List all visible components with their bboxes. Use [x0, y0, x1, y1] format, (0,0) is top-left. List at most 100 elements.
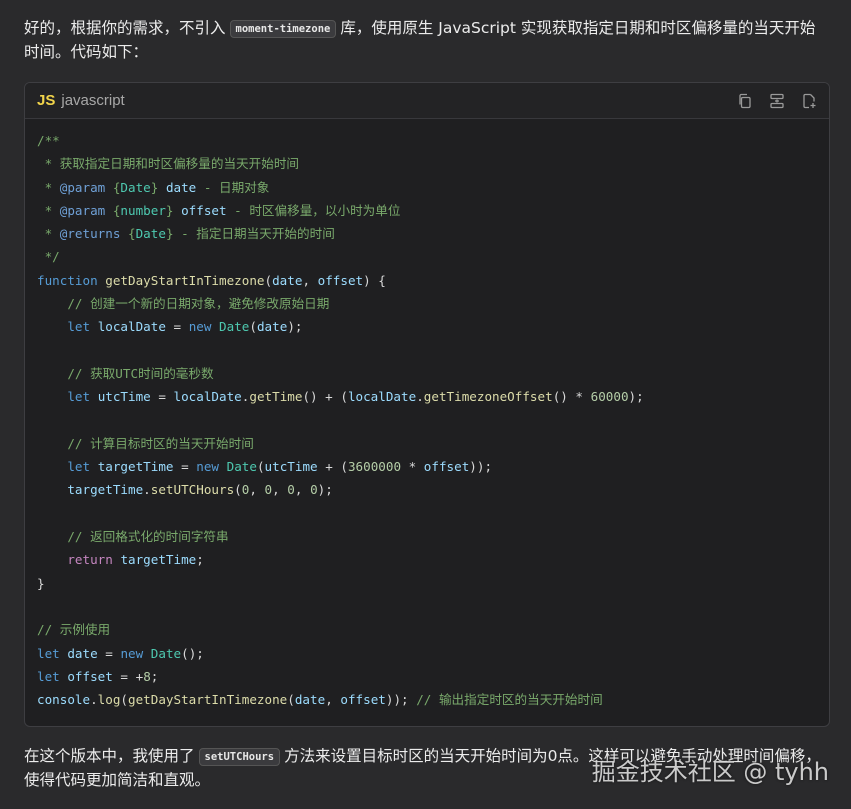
code-token: new: [120, 645, 144, 661]
javascript-icon: JS: [37, 92, 56, 109]
code-token: // 计算目标时区的当天开始时间: [67, 435, 254, 451]
code-token: (: [120, 692, 129, 708]
code-token: {: [120, 226, 136, 242]
code-token: 60000: [590, 389, 629, 405]
code-token: targetTime: [67, 482, 144, 498]
code-token: =: [165, 319, 189, 335]
code-line: let localDate = new Date(date);: [37, 315, 817, 338]
code-token: localDate: [97, 319, 166, 335]
code-token: offset: [423, 459, 470, 475]
code-token: }: [165, 202, 182, 218]
code-token: return: [67, 552, 113, 568]
code-token: date: [67, 645, 98, 661]
code-token: Date: [135, 226, 166, 242]
code-line: console.log(getDayStartInTimezone(date, …: [37, 688, 817, 711]
code-token: () + (: [302, 389, 348, 405]
code-token: + (: [317, 459, 348, 475]
code-token: ,: [302, 272, 318, 288]
code-line: return targetTime;: [37, 548, 817, 571]
code-line: * @returns {Date} - 指定日期当天开始的时间: [37, 222, 817, 245]
code-token: Date: [219, 319, 250, 335]
code-token: );: [317, 482, 333, 498]
code-token: /**: [37, 133, 60, 148]
code-line: targetTime.setUTCHours(0, 0, 0, 0);: [37, 478, 817, 501]
code-line: /**: [37, 129, 817, 152]
code-block-header: JS javascript: [25, 83, 829, 119]
code-token: = +: [112, 668, 144, 684]
code-token: localDate: [347, 389, 417, 405]
code-token: ;: [196, 552, 204, 568]
code-token: } - 指定日期当天开始的时间: [165, 226, 335, 242]
intro-text-before: 好的，根据你的需求，不引入: [24, 19, 226, 37]
code-line: function getDayStartInTimezone(date, off…: [37, 269, 817, 292]
code-token: =: [150, 389, 174, 405]
code-token: (: [264, 272, 273, 288]
code-token: .: [143, 482, 151, 498]
code-token: // 返回格式化的时间字符串: [67, 529, 229, 545]
inline-code-setutchours: setUTCHours: [198, 748, 281, 766]
code-token: // 示例使用: [37, 622, 111, 638]
code-token: getDayStartInTimezone: [128, 692, 288, 708]
code-line: ​: [37, 409, 817, 432]
code-token: (: [234, 482, 242, 498]
code-token: @param: [59, 179, 106, 195]
code-token: }: [37, 575, 45, 591]
code-token: let: [37, 668, 60, 684]
code-language-label: javascript: [61, 92, 125, 109]
code-line: */: [37, 245, 817, 268]
code-token: - 日期对象: [196, 179, 270, 195]
code-token: // 创建一个新的日期对象，避免修改原始日期: [67, 296, 330, 312]
code-token: }: [150, 179, 166, 195]
watermark: 掘金技术社区 @ tyhh: [591, 758, 829, 786]
code-token: @param: [59, 202, 106, 218]
code-block-actions: [737, 93, 817, 109]
code-token: date: [294, 692, 326, 708]
code-line: ​: [37, 595, 817, 618]
code-token: let: [67, 319, 91, 335]
code-token: ));: [469, 459, 493, 475]
code-token: ) {: [363, 272, 386, 288]
code-token: getTime: [249, 389, 303, 405]
code-line: * 获取指定日期和时区偏移量的当天开始时间: [37, 152, 817, 175]
code-token: let: [37, 645, 60, 661]
code-token: function: [37, 272, 98, 288]
code-token: new: [188, 319, 212, 335]
code-token: // 输出指定时区的当天开始时间: [416, 692, 603, 708]
code-token: ));: [385, 692, 409, 708]
code-token: (: [256, 459, 265, 475]
wrap-icon[interactable]: [769, 93, 785, 109]
code-token: ,: [325, 692, 341, 708]
code-token: ,: [294, 482, 311, 498]
code-token: offset: [67, 668, 113, 684]
insert-file-icon[interactable]: [801, 93, 817, 109]
code-line: // 返回格式化的时间字符串: [37, 525, 817, 548]
code-token: =: [173, 459, 197, 475]
code-content: /** * 获取指定日期和时区偏移量的当天开始时间 * @param {Date…: [25, 119, 829, 711]
copy-icon[interactable]: [737, 93, 753, 109]
code-token: log: [97, 692, 121, 708]
code-line: let offset = +8;: [37, 665, 817, 688]
code-token: .: [90, 692, 98, 708]
code-token: *: [37, 226, 60, 242]
code-token: {: [105, 179, 121, 195]
code-token: 0: [287, 482, 295, 498]
code-token: let: [67, 459, 91, 475]
code-token: ,: [249, 482, 265, 498]
code-token: ();: [181, 645, 204, 661]
code-token: getTimezoneOffset: [423, 389, 553, 405]
code-token: ,: [272, 482, 288, 498]
code-token: Date: [226, 459, 257, 475]
code-token: *: [37, 179, 60, 195]
intro-paragraph: 好的，根据你的需求，不引入 moment-timezone 库，使用原生 JavaS…: [24, 16, 830, 64]
code-line: // 创建一个新的日期对象，避免修改原始日期: [37, 292, 817, 315]
code-token: new: [196, 459, 220, 475]
